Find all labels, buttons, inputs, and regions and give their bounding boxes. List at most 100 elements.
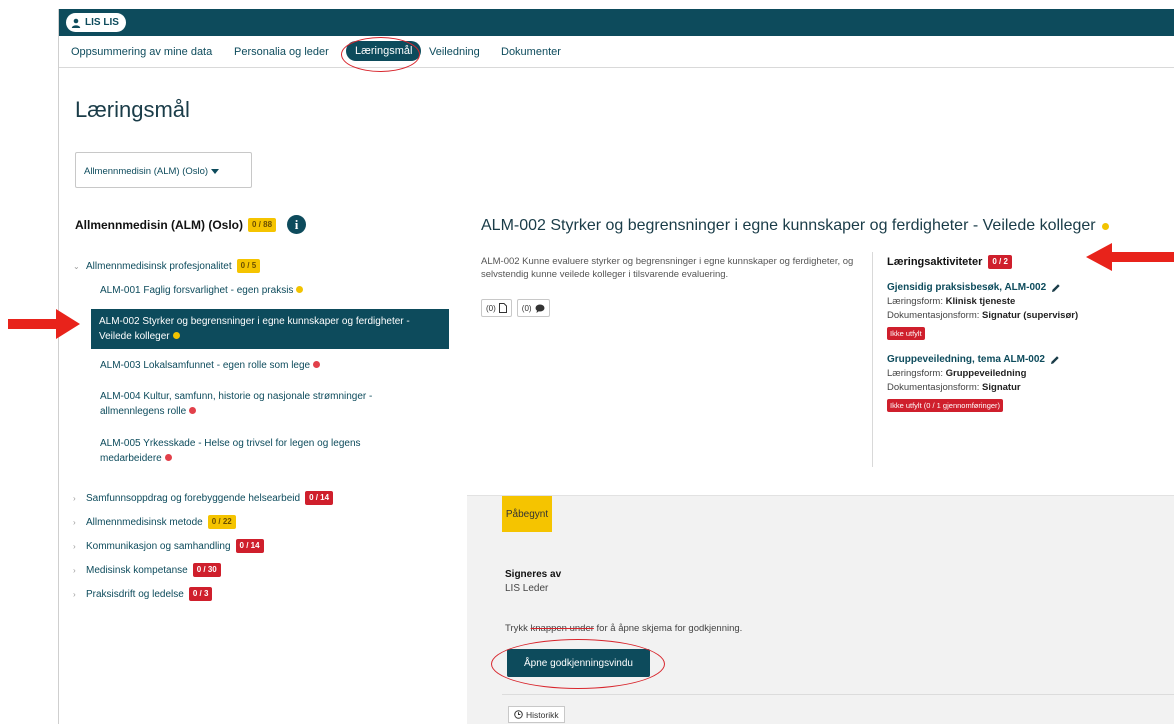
chevron-right-icon: › <box>73 517 76 527</box>
chevron-right-icon: › <box>73 493 76 503</box>
chevron-right-icon: › <box>73 565 76 575</box>
activity-form: Læringsform: Gruppeveiledning <box>887 368 1137 379</box>
goal-detail-title: ALM-002 Styrker og begrensninger i egne … <box>481 217 1109 235</box>
chevron-right-icon: › <box>73 589 76 599</box>
status-dot-yellow <box>1101 223 1109 230</box>
goal-actions: (0) (0) <box>481 299 550 317</box>
comment-icon <box>535 304 545 313</box>
document-icon <box>498 303 507 313</box>
column-divider <box>872 252 873 467</box>
group-label: Samfunnsoppdrag og forebyggende helsearb… <box>86 492 301 504</box>
group-badge: 0 / 14 <box>235 539 264 553</box>
group-label: Allmennmedisinsk profesjonalitet <box>86 260 232 272</box>
goal-item-alm-003[interactable]: ALM-003 Lokalsamfunnet - egen rolle som … <box>100 358 455 373</box>
status-dot-red <box>189 407 197 414</box>
goal-label: ALM-001 Faglig forsvarlighet - egen prak… <box>100 285 294 296</box>
user-name: LIS LIS <box>85 17 119 28</box>
group-row-kommunikasjon[interactable]: › Kommunikasjon og samhandling 0 / 14 <box>73 539 264 553</box>
heading-progress-badge: 0 / 88 <box>248 217 277 232</box>
goal-item-alm-004[interactable]: ALM-004 Kultur, samfunn, historie og nas… <box>100 389 420 419</box>
group-badge: 0 / 3 <box>188 587 213 601</box>
activity-title-text: Gruppeveiledning, tema ALM-002 <box>887 354 1045 365</box>
activity-doc-form: Dokumentasjonsform: Signatur <box>887 382 1137 393</box>
activity-item: Gjensidig praksisbesøk, ALM-002 Læringsf… <box>887 282 1137 340</box>
form-label: Læringsform: <box>887 368 943 379</box>
approval-status-badge: Påbegynt <box>502 496 552 532</box>
group-label: Medisinsk kompetanse <box>86 564 188 576</box>
group-row-metode[interactable]: › Allmennmedisinsk metode 0 / 22 <box>73 515 236 529</box>
chevron-right-icon: › <box>73 541 76 551</box>
comments-button[interactable]: (0) <box>516 299 550 317</box>
pencil-icon[interactable] <box>1051 283 1061 293</box>
group-row-praksisdrift[interactable]: › Praksisdrift og ledelse 0 / 3 <box>73 587 213 601</box>
goal-item-alm-005[interactable]: ALM-005 Yrkesskade - Helse og trivsel fo… <box>100 436 400 466</box>
history-label: Historikk <box>526 709 559 720</box>
goal-label: ALM-005 Yrkesskade - Helse og trivsel fo… <box>100 438 361 464</box>
doc-value: Signatur <box>982 382 1021 393</box>
activity-status-badge: Ikke utfylt <box>887 327 925 340</box>
annotation-arrow-left-icon <box>1086 243 1174 271</box>
activity-title[interactable]: Gjensidig praksisbesøk, ALM-002 <box>887 282 1137 293</box>
caret-down-icon <box>211 168 220 174</box>
form-value: Gruppeveiledning <box>945 368 1027 379</box>
doc-label: Dokumentasjonsform: <box>887 310 980 321</box>
signed-by-value: LIS Leder <box>505 583 549 594</box>
group-badge: 0 / 5 <box>236 259 261 273</box>
history-button[interactable]: Historikk <box>508 706 565 723</box>
instruction-pre: Trykk <box>505 623 531 634</box>
approval-panel: Påbegynt Signeres av LIS Leder Trykk kna… <box>467 495 1174 724</box>
goal-label: ALM-003 Lokalsamfunnet - egen rolle som … <box>100 360 311 371</box>
group-badge: 0 / 22 <box>207 515 236 529</box>
group-label: Kommunikasjon og samhandling <box>86 540 231 552</box>
open-approval-button[interactable]: Åpne godkjenningsvindu <box>507 649 650 677</box>
goal-description: ALM-002 Kunne evaluere styrker og begren… <box>481 256 854 280</box>
doc-label: Dokumentasjonsform: <box>887 382 980 393</box>
status-dot-yellow <box>172 332 180 339</box>
group-row-medisinsk[interactable]: › Medisinsk kompetanse 0 / 30 <box>73 563 221 577</box>
panel-divider <box>502 694 1174 695</box>
user-menu[interactable]: LIS LIS <box>66 13 126 32</box>
form-label: Læringsform: <box>887 296 943 307</box>
annotation-arrow-right-icon <box>8 309 80 339</box>
approval-instruction: Trykk knappen under for å åpne skjema fo… <box>505 623 742 634</box>
doc-value: Signatur (supervisør) <box>982 310 1079 321</box>
group-row-profesjonalitet[interactable]: ⌄ Allmennmedisinsk profesjonalitet 0 / 5 <box>73 259 261 273</box>
activity-doc-form: Dokumentasjonsform: Signatur (supervisør… <box>887 310 1137 321</box>
info-icon[interactable]: i <box>287 215 307 234</box>
chevron-down-icon: ⌄ <box>73 261 80 271</box>
activities-heading-text: Læringsaktiviteter <box>887 256 983 268</box>
nav-tab-veiledning[interactable]: Veiledning <box>429 46 480 58</box>
group-badge: 0 / 14 <box>305 491 334 505</box>
page-title: Læringsmål <box>75 97 190 122</box>
form-value: Klinisk tjeneste <box>945 296 1016 307</box>
activity-status-badge: Ikke utfylt (0 / 1 gjennomføringer) <box>887 399 1004 412</box>
left-heading-text: Allmennmedisin (ALM) (Oslo) <box>75 217 243 232</box>
activity-item: Gruppeveiledning, tema ALM-002 Læringsfo… <box>887 354 1137 412</box>
nav-tab-dokumenter[interactable]: Dokumenter <box>501 46 561 58</box>
group-label: Praksisdrift og ledelse <box>86 588 184 600</box>
nav-tab-personalia[interactable]: Personalia og leder <box>234 46 329 58</box>
nav-tab-oppsummering[interactable]: Oppsummering av mine data <box>71 46 212 58</box>
group-row-samfunnsoppdrag[interactable]: › Samfunnsoppdrag og forebyggende helsea… <box>73 491 334 505</box>
documents-button[interactable]: (0) <box>481 299 512 317</box>
activity-title-text: Gjensidig praksisbesøk, ALM-002 <box>887 282 1047 293</box>
specialty-dropdown[interactable]: Allmennmedisin (ALM) (Oslo) <box>75 152 252 188</box>
goal-label: ALM-002 Styrker og begrensninger i egne … <box>99 316 410 342</box>
activities-badge: 0 / 2 <box>988 255 1012 269</box>
nav-tab-laeringsmal[interactable]: Læringsmål <box>346 41 422 61</box>
status-dot-red <box>164 454 172 461</box>
documents-count: (0) <box>486 303 496 313</box>
goal-item-alm-002[interactable]: ALM-002 Styrker og begrensninger i egne … <box>91 309 449 349</box>
clock-icon <box>514 710 523 719</box>
learning-activities: Læringsaktiviteter 0 / 2 Gjensidig praks… <box>887 255 1137 412</box>
activity-form: Læringsform: Klinisk tjeneste <box>887 296 1137 307</box>
pencil-icon[interactable] <box>1050 355 1060 365</box>
app-frame: LIS LIS Oppsummering av mine data Person… <box>58 9 1174 724</box>
goal-item-alm-001[interactable]: ALM-001 Faglig forsvarlighet - egen prak… <box>100 283 455 298</box>
instruction-strike: knappen under <box>530 623 594 634</box>
status-dot-yellow <box>296 286 304 293</box>
group-badge: 0 / 30 <box>192 563 221 577</box>
activity-title[interactable]: Gruppeveiledning, tema ALM-002 <box>887 354 1137 365</box>
instruction-post: for å åpne skjema for godkjenning. <box>593 623 743 634</box>
goal-label: ALM-004 Kultur, samfunn, historie og nas… <box>100 391 373 417</box>
